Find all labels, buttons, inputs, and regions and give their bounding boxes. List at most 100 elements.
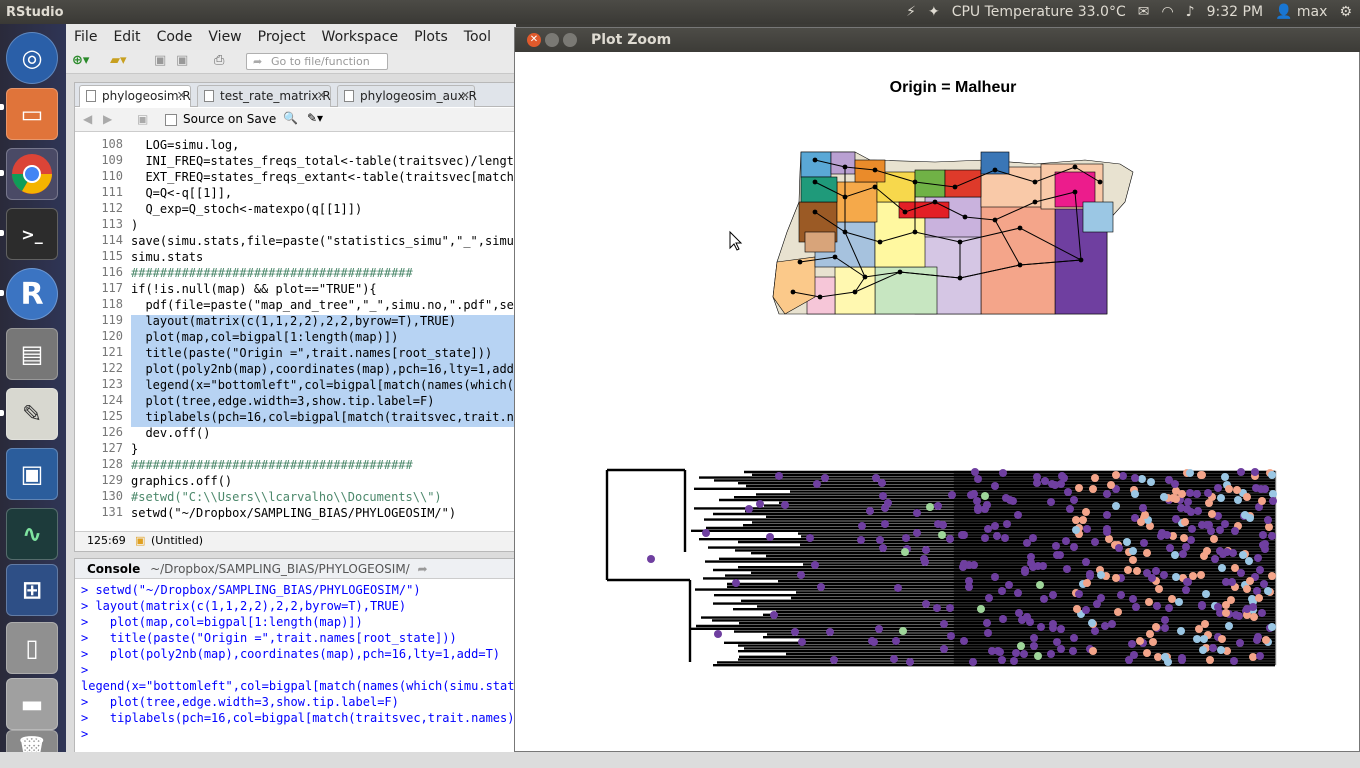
new-file-icon[interactable]: ⊕▾	[72, 53, 89, 68]
code-line[interactable]: simu.stats	[131, 249, 203, 265]
cpu-temperature-indicator[interactable]: CPU Temperature 33.0°C	[952, 4, 1126, 20]
gear-icon[interactable]: ⚙	[1339, 4, 1352, 20]
save-icon[interactable]: ▣	[154, 53, 166, 68]
power-icon[interactable]: ⚡	[906, 4, 916, 20]
disk-drive-icon[interactable]: ▬	[6, 678, 58, 730]
ubuntu-dash-icon[interactable]: ◎	[6, 32, 58, 84]
code-line[interactable]: graphics.off()	[131, 473, 232, 489]
code-line[interactable]: Q=Q<-q[[1]],	[131, 185, 232, 201]
code-line[interactable]: setwd("~/Dropbox/SAMPLING_BIAS/PHYLOGEOS…	[131, 505, 456, 521]
tip-point	[1020, 650, 1028, 658]
mail-icon[interactable]: ✉	[1138, 4, 1150, 20]
dropbox-icon[interactable]: ✦	[928, 4, 940, 20]
tip-point	[791, 628, 799, 636]
code-line[interactable]: INI_FREQ=states_freqs_total<-table(trait…	[131, 153, 517, 169]
code-line[interactable]: layout(matrix(c(1,1,2,2),2,2,byrow=T),TR…	[131, 313, 456, 329]
map-node	[992, 167, 998, 173]
menu-file[interactable]: File	[66, 29, 105, 45]
code-line[interactable]: tiplabels(pch=16,col=bigpal[match(traits…	[131, 409, 517, 425]
save-icon[interactable]: ▣	[137, 112, 148, 126]
forward-arrow-icon[interactable]: ▶	[103, 112, 112, 126]
code-line[interactable]: )	[131, 217, 138, 233]
code-line[interactable]: plot(poly2nb(map),coordinates(map),pch=1…	[131, 361, 517, 377]
source-on-save-checkbox[interactable]	[165, 114, 177, 126]
terminal-icon[interactable]: >_	[6, 208, 58, 260]
tip-point	[1253, 587, 1261, 595]
back-arrow-icon[interactable]: ◀	[83, 112, 92, 126]
tip-point	[1218, 635, 1226, 643]
scope-selector[interactable]: (Untitled)	[151, 532, 203, 550]
console-line: > title(paste("Origin =",trait.names[roo…	[81, 631, 457, 645]
files-icon[interactable]: ▭	[6, 88, 58, 140]
minimize-window-button[interactable]	[545, 33, 559, 47]
tip-point	[1070, 543, 1078, 551]
console-output[interactable]: > setwd("~/Dropbox/SAMPLING_BIAS/PHYLOGE…	[75, 580, 517, 750]
wifi-icon[interactable]: ◠	[1161, 4, 1173, 20]
virtualbox-icon[interactable]: ▣	[6, 448, 58, 500]
maximize-window-button[interactable]	[563, 33, 577, 47]
scanner-icon[interactable]: ▤	[6, 328, 58, 380]
tab-phylogeosim[interactable]: phylogeosim.R ✕	[79, 85, 191, 107]
tip-point	[1210, 535, 1218, 543]
tip-point	[913, 529, 921, 537]
code-line[interactable]: LOG=simu.log,	[131, 137, 239, 153]
volume-icon[interactable]: ♪	[1186, 4, 1195, 20]
close-icon[interactable]: ✕	[177, 86, 186, 106]
menu-code[interactable]: Code	[149, 29, 201, 45]
chrome-icon[interactable]	[6, 148, 58, 200]
menu-view[interactable]: View	[200, 29, 249, 45]
tip-point	[1178, 490, 1186, 498]
rstudio-icon[interactable]: R	[6, 268, 58, 320]
menu-project[interactable]: Project	[250, 29, 314, 45]
code-line[interactable]: if(!is.null(map) && plot=="TRUE"){	[131, 281, 377, 297]
clock[interactable]: 9:32 PM	[1207, 4, 1263, 20]
code-line[interactable]: EXT_FREQ=states_freqs_extant<-table(trai…	[131, 169, 517, 185]
code-line[interactable]: #######################################	[131, 265, 413, 281]
text-editor-icon[interactable]: ✎	[6, 388, 58, 440]
code-line[interactable]: pdf(file=paste("map_and_tree","_",simu.n…	[131, 297, 517, 313]
code-line[interactable]: save(simu.stats,file=paste("statistics_s…	[131, 233, 517, 249]
close-window-button[interactable]: ✕	[527, 33, 541, 47]
user-menu[interactable]: 👤 max	[1275, 4, 1327, 20]
menu-workspace[interactable]: Workspace	[314, 29, 407, 45]
code-line[interactable]: dev.off()	[131, 425, 210, 441]
tip-point	[702, 529, 710, 537]
system-monitor-icon[interactable]: ∿	[6, 508, 58, 560]
magic-wand-icon[interactable]: ✎▾	[307, 111, 323, 125]
tip-point	[821, 474, 829, 482]
tip-point	[1114, 608, 1122, 616]
tip-point	[1154, 653, 1162, 661]
close-icon[interactable]: ✕	[317, 86, 326, 106]
print-icon[interactable]: ⎙	[214, 53, 224, 68]
map-node	[902, 209, 908, 215]
tab-phylogeosim-aux[interactable]: phylogeosim_aux.R ✕	[337, 85, 477, 107]
source-on-save-label: Source on Save	[183, 112, 277, 126]
tip-point	[1222, 601, 1230, 609]
tab-test-rate-matrix[interactable]: test_rate_matrix.R ✕	[197, 85, 331, 107]
code-line[interactable]: legend(x="bottomleft",col=bigpal[match(n…	[131, 377, 517, 393]
code-editor[interactable]: 108 LOG=simu.log, 109 INI_FREQ=states_fre…	[75, 133, 517, 521]
code-line[interactable]: }	[131, 441, 138, 457]
menu-tools[interactable]: Tool	[456, 29, 499, 45]
map-node	[872, 167, 878, 173]
code-line[interactable]: plot(map,col=bigpal[1:length(map)])	[131, 329, 398, 345]
close-icon[interactable]: ✕	[461, 86, 470, 106]
save-all-icon[interactable]: ▣	[176, 53, 188, 68]
code-line[interactable]: #setwd("C:\\Users\\lcarvalho\\Documents\…	[131, 489, 442, 505]
code-line[interactable]: Q_exp=Q_stoch<-matexpo(q[[1]])	[131, 201, 362, 217]
tip-point	[1030, 634, 1038, 642]
code-line[interactable]: title(paste("Origin =",trait.names[root_…	[131, 345, 492, 361]
tip-point	[1269, 497, 1277, 505]
menu-plots[interactable]: Plots	[406, 29, 456, 45]
search-icon[interactable]: 🔍	[283, 111, 298, 125]
workspace-switcher-icon[interactable]: ⊞	[6, 564, 58, 616]
goto-directory-icon[interactable]: ➦	[418, 562, 428, 576]
code-line[interactable]: #######################################	[131, 457, 413, 473]
open-file-icon[interactable]: ▰▾	[110, 53, 127, 68]
menu-edit[interactable]: Edit	[105, 29, 148, 45]
usb-drive-icon[interactable]: ▯	[6, 622, 58, 674]
code-line[interactable]: plot(tree,edge.width=3,show.tip.label=F)	[131, 393, 434, 409]
goto-file-input[interactable]: ➦ Go to file/function	[246, 53, 388, 70]
map-node	[852, 289, 858, 295]
tip-point	[894, 584, 902, 592]
